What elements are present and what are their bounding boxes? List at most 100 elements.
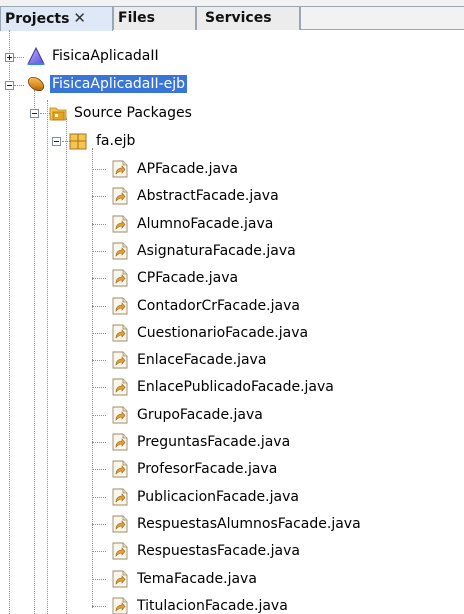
file-label: EnlacePublicadoFacade.java: [137, 379, 334, 395]
tree-guide: [14, 57, 24, 58]
tree-row-file[interactable]: APFacade.java: [92, 158, 432, 180]
java-file-icon: [112, 378, 128, 396]
tree-row-file[interactable]: ContadorCrFacade.java: [92, 295, 432, 317]
java-file-icon: [112, 187, 128, 205]
java-file-icon: [112, 406, 128, 424]
tree-row-file[interactable]: CuestionarioFacade.java: [92, 322, 432, 344]
file-label: TemaFacade.java: [137, 571, 257, 587]
tab-projects-label: Projects: [5, 11, 70, 27]
file-label: APFacade.java: [137, 161, 238, 177]
tree-row-file[interactable]: TitulacionFacade.java: [92, 595, 432, 614]
source-packages-label: Source Packages: [74, 105, 192, 121]
project-tree[interactable]: FisicaAplicadaII FisicaAplicadaII-ejb So…: [0, 30, 464, 614]
source-packages-icon: [49, 107, 67, 121]
file-label: GrupoFacade.java: [137, 407, 263, 423]
tree-row-file[interactable]: RespuestasAlumnosFacade.java: [92, 513, 432, 535]
java-file-icon: [112, 269, 128, 287]
tree-guide: [92, 442, 106, 443]
tree-row-file[interactable]: AbstractFacade.java: [92, 185, 432, 207]
collapse-icon[interactable]: [5, 81, 14, 90]
java-file-icon: [112, 242, 128, 260]
java-file-icon: [112, 433, 128, 451]
tree-guide: [92, 524, 106, 525]
java-file-icon: [112, 351, 128, 369]
tree-guide: [92, 579, 106, 580]
java-file-icon: [112, 542, 128, 560]
java-file-icon: [112, 515, 128, 533]
tree-guide: [92, 387, 106, 388]
file-label: AbstractFacade.java: [137, 188, 279, 204]
java-file-icon: [112, 570, 128, 588]
tab-projects[interactable]: Projects ✕: [0, 6, 113, 31]
tree-guide: [92, 551, 106, 552]
tree-row-file[interactable]: TemaFacade.java: [92, 568, 432, 590]
tree-row-package[interactable]: fa.ejb: [40, 130, 200, 152]
tree-guide: [92, 278, 106, 279]
tree-row-file[interactable]: EnlacePublicadoFacade.java: [92, 376, 432, 398]
java-file-icon: [112, 324, 128, 342]
file-label: ContadorCrFacade.java: [137, 298, 300, 314]
tree-guide: [92, 469, 106, 470]
tab-services[interactable]: Services: [196, 6, 300, 30]
tree-guide: [34, 90, 35, 614]
collapse-icon[interactable]: [30, 109, 39, 118]
tab-bar: Projects ✕ Files Services: [0, 0, 464, 31]
tree-row-source-packages[interactable]: Source Packages: [20, 102, 240, 124]
tree-row-file[interactable]: PreguntasFacade.java: [92, 431, 432, 453]
web-project-icon: [27, 46, 45, 65]
tree-guide: [92, 360, 106, 361]
project-label: FisicaAplicadaII: [52, 48, 159, 64]
tree-row-file[interactable]: AlumnoFacade.java: [92, 213, 432, 235]
tree-guide: [92, 224, 106, 225]
java-file-icon: [112, 297, 128, 315]
tree-row-web-project[interactable]: FisicaAplicadaII: [0, 46, 220, 68]
file-label: EnlaceFacade.java: [137, 352, 267, 368]
collapse-icon[interactable]: [52, 137, 61, 146]
tab-files[interactable]: Files: [113, 6, 196, 30]
file-label: RespuestasAlumnosFacade.java: [137, 516, 361, 532]
tree-row-file[interactable]: ProfesorFacade.java: [92, 458, 432, 480]
tree-guide: [47, 100, 48, 614]
ejb-project-icon: [27, 76, 45, 92]
project-label-selected: FisicaAplicadaII-ejb: [50, 75, 188, 93]
file-label: TitulacionFacade.java: [137, 598, 288, 614]
tree-row-file[interactable]: EnlaceFacade.java: [92, 349, 432, 371]
tree-guide: [92, 333, 106, 334]
tab-bar-filler: [300, 6, 464, 30]
tree-guide: [9, 30, 10, 614]
tab-services-label: Services: [205, 10, 272, 26]
file-label: CuestionarioFacade.java: [137, 325, 309, 341]
tree-guide: [92, 415, 106, 416]
tree-row-file[interactable]: AsignaturaFacade.java: [92, 240, 432, 262]
tree-guide: [92, 251, 106, 252]
file-label: PublicacionFacade.java: [137, 489, 299, 505]
file-label: RespuestasFacade.java: [137, 543, 300, 559]
file-label: AlumnoFacade.java: [137, 216, 274, 232]
tree-guide: [92, 169, 106, 170]
tree-row-file[interactable]: GrupoFacade.java: [92, 404, 432, 426]
tree-guide: [92, 306, 106, 307]
tree-guide: [66, 118, 67, 614]
tree-row-file[interactable]: PublicacionFacade.java: [92, 486, 432, 508]
java-file-icon: [112, 460, 128, 478]
file-label: AsignaturaFacade.java: [137, 243, 296, 259]
file-label: CPFacade.java: [137, 270, 239, 286]
projects-window: Projects ✕ Files Services FisicaAplicadaI…: [0, 0, 464, 614]
file-label: PreguntasFacade.java: [137, 434, 291, 450]
close-icon[interactable]: ✕: [73, 9, 86, 27]
package-icon: [69, 133, 87, 150]
tree-row-file[interactable]: RespuestasFacade.java: [92, 540, 432, 562]
tree-guide: [14, 85, 24, 86]
tab-files-label: Files: [118, 10, 155, 26]
tree-row-ejb-project[interactable]: FisicaAplicadaII-ejb: [0, 74, 220, 96]
java-file-icon: [112, 488, 128, 506]
tree-row-file[interactable]: CPFacade.java: [92, 267, 432, 289]
tree-guide: [92, 606, 106, 607]
java-file-icon: [112, 597, 128, 614]
tree-guide: [92, 196, 106, 197]
java-file-icon: [112, 160, 128, 178]
tree-guide: [92, 497, 106, 498]
java-file-icon: [112, 215, 128, 233]
file-label: ProfesorFacade.java: [137, 461, 278, 477]
expand-icon[interactable]: [5, 53, 14, 62]
